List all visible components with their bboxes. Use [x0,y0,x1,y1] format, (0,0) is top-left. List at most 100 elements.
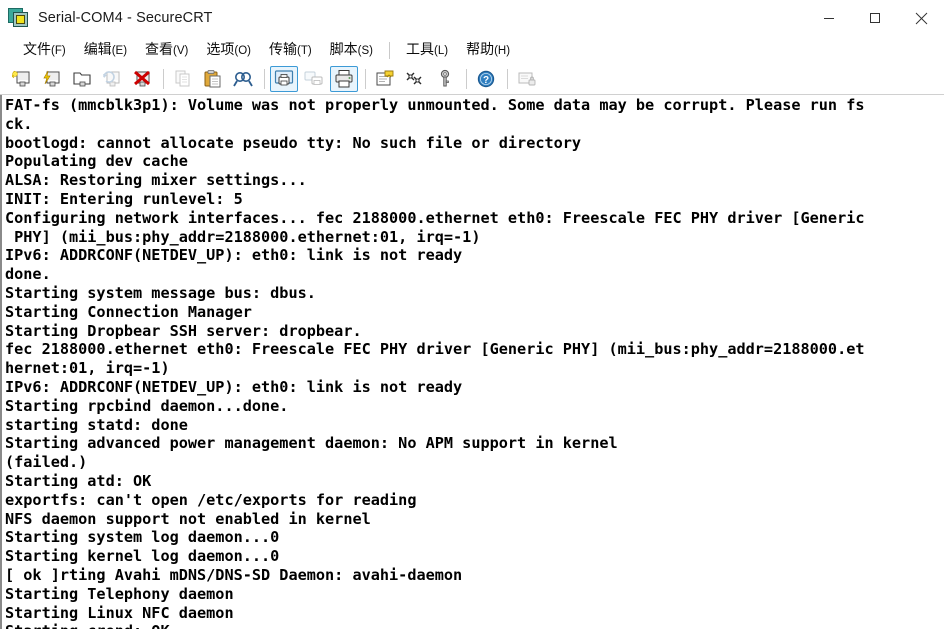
menu-tools-label: 工具 [406,40,435,57]
terminal-line: starting statd: done [5,415,188,434]
find-button[interactable] [229,66,257,92]
copy-button[interactable] [169,66,197,92]
menu-script[interactable]: 脚本(S) [321,39,382,62]
window-title: Serial-COM4 - SecureCRT [38,10,213,26]
toolbar-separator-4 [466,69,467,89]
menu-script-label: 脚本 [329,40,358,57]
terminal-pane[interactable]: FAT-fs (mmcblk3p1): Volume was not prope… [0,95,944,629]
terminal-line: done. [5,265,51,284]
terminal-line: [ ok ]rting Avahi mDNS/DNS-SD Daemon: av… [5,565,463,584]
menu-tools-accel: (L) [434,44,449,57]
svg-text:?: ? [483,75,489,86]
help-icon: ? [477,70,495,88]
menu-separator [389,41,391,59]
menu-options-label: 选项 [206,40,235,57]
terminal-line: hernet:01, irq=-1) [5,359,170,378]
terminal-line: Starting Dropbear SSH server: dropbear. [5,321,362,340]
terminal-output[interactable]: FAT-fs (mmcblk3p1): Volume was not prope… [2,95,944,629]
terminal-line: Populating dev cache [5,152,188,171]
terminal-line: ALSA: Restoring mixer settings... [5,171,307,190]
terminal-line: Starting Connection Manager [5,302,252,321]
menu-view[interactable]: 查看(V) [136,39,197,62]
close-button[interactable] [898,0,944,36]
terminal-line: Starting system log daemon...0 [5,528,280,547]
minimize-button[interactable] [806,0,852,36]
toolbar-separator-5 [507,69,508,89]
toolbar-separator-3 [365,69,366,89]
reconnect-icon [103,71,120,87]
terminal-line: IPv6: ADDRCONF(NETDEV_UP): eth0: link is… [5,246,463,265]
new-session-icon [12,70,30,87]
log-session-button[interactable] [300,66,328,92]
maximize-icon [870,13,880,23]
maximize-button[interactable] [852,0,898,36]
terminal-line: Configuring network interfaces... fec 21… [5,208,865,227]
key-icon [440,69,450,87]
log-session-icon [304,71,323,85]
menu-help[interactable]: 帮助(H) [457,39,519,62]
terminal-line: fec 2188000.ethernet eth0: Freescale FEC… [5,340,865,359]
menu-help-accel: (H) [494,44,511,57]
menu-file-label: 文件 [23,40,51,57]
menu-edit[interactable]: 编辑(E) [75,39,136,62]
quick-connect-icon [43,70,60,87]
print-icon [335,70,353,88]
menu-tools[interactable]: 工具(L) [397,39,457,62]
terminal-line: Starting Linux NFC daemon [5,603,234,622]
menu-options-accel: (O) [234,44,251,57]
terminal-line: Starting advanced power management daemo… [5,434,618,453]
menu-view-accel: (V) [173,44,189,57]
terminal-line: IPv6: ADDRCONF(NETDEV_UP): eth0: link is… [5,377,463,396]
copy-icon [175,70,190,87]
global-options-icon [406,72,422,85]
terminal-line: (failed.) [5,453,88,472]
key-button[interactable] [431,66,459,92]
menu-bar: 文件(F) 编辑(E) 查看(V) 选项(O) 传输(T) 脚本(S) 工具(L… [0,36,944,64]
terminal-line: PHY] (mii_bus:phy_addr=2188000.ethernet:… [5,227,481,246]
terminal-line: Starting system message bus: dbus. [5,283,316,302]
menu-help-label: 帮助 [466,40,495,57]
menu-file-accel: (F) [51,44,66,57]
open-session-icon [73,72,91,87]
session-options-icon [376,70,394,86]
menu-file[interactable]: 文件(F) [14,39,75,62]
securecrt-window: Serial-COM4 - SecureCRT 文件(F) 编辑(E) 查看(V… [0,0,944,629]
print-screen-icon [274,70,294,86]
open-session-button[interactable] [68,66,96,92]
print-button[interactable] [330,66,358,92]
session-options-button[interactable] [371,66,399,92]
help-button[interactable]: ? [472,66,500,92]
close-icon [915,12,927,24]
menu-edit-label: 编辑 [83,40,112,57]
secure-desktop-icon [518,72,536,86]
menu-transfer[interactable]: 传输(T) [260,39,321,62]
terminal-line: exportfs: can't open /etc/exports for re… [5,490,417,509]
menu-edit-accel: (E) [111,44,128,57]
terminal-line: INIT: Entering runlevel: 5 [5,189,243,208]
disconnect-button[interactable] [128,66,156,92]
global-options-button[interactable] [401,66,429,92]
toolbar: ? [0,64,944,95]
quick-connect-button[interactable] [38,66,66,92]
terminal-line: Starting atd: OK [5,471,152,490]
disconnect-icon [134,70,150,87]
toolbar-separator-1 [163,69,164,89]
terminal-line: ck. [5,114,33,133]
menu-transfer-label: 传输 [268,40,297,57]
terminal-line: Starting Telephony daemon [5,584,234,603]
terminal-line: FAT-fs (mmcblk3p1): Volume was not prope… [5,96,865,114]
secure-desktop-button[interactable] [513,66,541,92]
title-bar: Serial-COM4 - SecureCRT [0,0,944,36]
new-session-button[interactable] [8,66,36,92]
toolbar-separator-2 [264,69,265,89]
menu-options[interactable]: 选项(O) [197,39,260,62]
terminal-line: Starting kernel log daemon...0 [5,547,280,566]
reconnect-button[interactable] [98,66,126,92]
find-icon [233,72,253,87]
paste-button[interactable] [199,66,227,92]
terminal-line: Starting crond: OK [5,622,944,629]
terminal-line: NFS daemon support not enabled in kernel [5,509,371,528]
menu-transfer-accel: (T) [296,44,312,57]
print-screen-button[interactable] [270,66,298,92]
terminal-line: bootlogd: cannot allocate pseudo tty: No… [5,133,582,152]
